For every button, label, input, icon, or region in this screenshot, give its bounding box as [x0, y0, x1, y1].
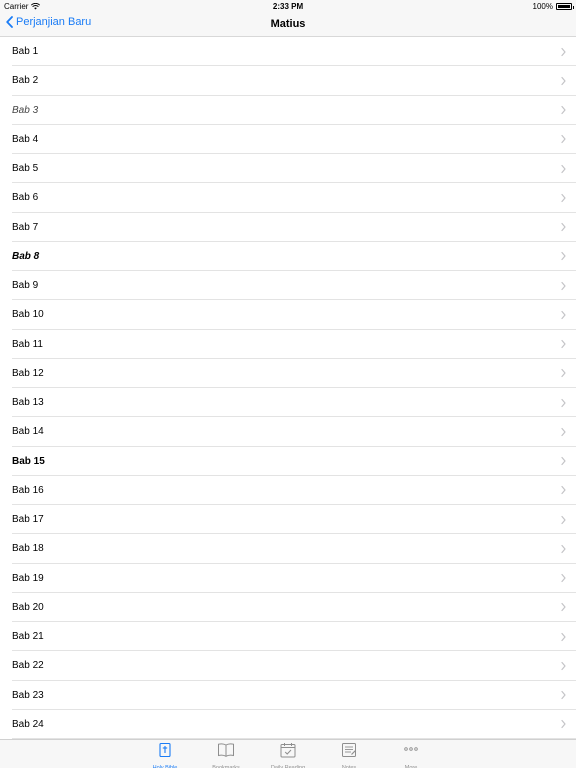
chevron-right-icon — [561, 135, 566, 144]
chapter-row[interactable]: Bab 14 — [0, 417, 576, 447]
chevron-right-icon — [561, 193, 566, 202]
chapter-row[interactable]: Bab 11 — [0, 330, 576, 360]
chapter-list: Bab 1 Bab 2 Bab 3 Bab 4 Bab 5 Bab 6 Bab 7 Bab 8… — [0, 37, 576, 739]
chevron-right-icon — [561, 281, 566, 290]
tab-holy-bible[interactable]: Holy Bible — [135, 742, 195, 768]
chapter-label: Bab 11 — [12, 338, 43, 350]
chapter-label: Bab 18 — [12, 543, 44, 555]
chevron-right-icon — [561, 76, 566, 85]
battery-icon — [556, 3, 574, 10]
chapter-label: Bab 4 — [12, 133, 39, 145]
chapter-label: Bab 8 — [12, 250, 40, 262]
chapter-row[interactable]: Bab 15 — [0, 447, 576, 477]
chapter-label: Bab 5 — [12, 163, 39, 175]
chapter-label: Bab 3 — [12, 104, 39, 116]
tab-daily-reading[interactable]: Daily Reading — [258, 742, 318, 768]
chevron-right-icon — [561, 544, 566, 553]
chapter-label: Bab 20 — [12, 601, 44, 613]
chapter-label: Bab 23 — [12, 689, 44, 701]
chapter-label: Bab 24 — [12, 718, 44, 730]
status-time: 2:33 PM — [272, 2, 304, 11]
chapter-row[interactable]: Bab 5 — [0, 154, 576, 184]
chevron-right-icon — [561, 310, 566, 319]
chevron-right-icon — [561, 252, 566, 261]
chapter-row[interactable]: Bab 6 — [0, 183, 576, 213]
tab-more[interactable]: More — [381, 742, 441, 768]
chapter-label: Bab 19 — [12, 572, 44, 584]
chevron-right-icon — [561, 223, 566, 232]
tab-bar: Holy Bible Bookmarks Daily Reading Notes Mor… — [0, 739, 576, 768]
chapter-row[interactable]: Bab 4 — [0, 125, 576, 155]
chapter-label: Bab 17 — [12, 514, 44, 526]
chapter-label: Bab 9 — [12, 280, 39, 292]
chapter-row[interactable]: Bab 12 — [0, 359, 576, 389]
chapter-label: Bab 22 — [12, 660, 44, 672]
chapter-row[interactable]: Bab 22 — [0, 651, 576, 681]
chevron-right-icon — [561, 486, 566, 495]
chevron-right-icon — [561, 164, 566, 173]
page-title: Matius — [270, 18, 306, 30]
chevron-right-icon — [561, 457, 566, 466]
chapter-row[interactable]: Bab 19 — [0, 564, 576, 594]
chapter-label: Bab 2 — [12, 75, 39, 87]
chapter-label: Bab 1 — [12, 46, 39, 58]
chevron-right-icon — [561, 574, 566, 583]
chapter-row[interactable]: Bab 10 — [0, 300, 576, 330]
navigation-bar: Perjanjian Baru Matius — [0, 12, 576, 37]
chevron-right-icon — [561, 691, 566, 700]
chevron-right-icon — [561, 603, 566, 612]
status-bar: Carrier 2:33 PM 100% — [0, 0, 576, 12]
chapter-label: Bab 15 — [12, 455, 45, 467]
chapter-row[interactable]: Bab 20 — [0, 593, 576, 623]
chapter-label: Bab 10 — [12, 309, 44, 321]
tab-notes[interactable]: Notes — [319, 742, 379, 768]
chapter-label: Bab 21 — [12, 631, 44, 643]
bible-icon — [157, 742, 173, 763]
chapter-label: Bab 6 — [12, 192, 39, 204]
calendar-check-icon — [279, 742, 297, 763]
chapter-row[interactable]: Bab 1 — [0, 37, 576, 67]
chapter-row[interactable]: Bab 7 — [0, 213, 576, 243]
battery-percent: 100% — [532, 2, 553, 11]
chapter-row[interactable]: Bab 24 — [0, 710, 576, 739]
chapter-row[interactable]: Bab 8 — [0, 242, 576, 272]
chapter-label: Bab 7 — [12, 221, 39, 233]
chevron-right-icon — [561, 720, 566, 729]
chapter-label: Bab 13 — [12, 397, 44, 409]
chevron-right-icon — [561, 369, 566, 378]
chevron-right-icon — [561, 515, 566, 524]
chapter-label: Bab 12 — [12, 367, 44, 379]
chapter-label: Bab 14 — [12, 426, 44, 438]
chapter-row[interactable]: Bab 3 — [0, 96, 576, 126]
tab-bookmarks[interactable]: Bookmarks — [196, 742, 256, 768]
chapter-row[interactable]: Bab 2 — [0, 66, 576, 96]
chevron-right-icon — [561, 47, 566, 56]
chevron-right-icon — [561, 340, 566, 349]
chevron-right-icon — [561, 398, 566, 407]
chevron-right-icon — [561, 661, 566, 670]
notes-icon — [340, 742, 358, 763]
chapter-row[interactable]: Bab 16 — [0, 476, 576, 506]
chapter-row[interactable]: Bab 9 — [0, 271, 576, 301]
chapter-label: Bab 16 — [12, 484, 44, 496]
more-icon — [402, 742, 420, 763]
chevron-right-icon — [561, 632, 566, 641]
chapter-row[interactable]: Bab 23 — [0, 681, 576, 711]
chevron-right-icon — [561, 427, 566, 436]
chapter-row[interactable]: Bab 21 — [0, 622, 576, 652]
book-icon — [217, 742, 235, 763]
chapter-row[interactable]: Bab 13 — [0, 388, 576, 418]
chevron-right-icon — [561, 106, 566, 115]
chapter-row[interactable]: Bab 17 — [0, 505, 576, 535]
chapter-row[interactable]: Bab 18 — [0, 534, 576, 564]
